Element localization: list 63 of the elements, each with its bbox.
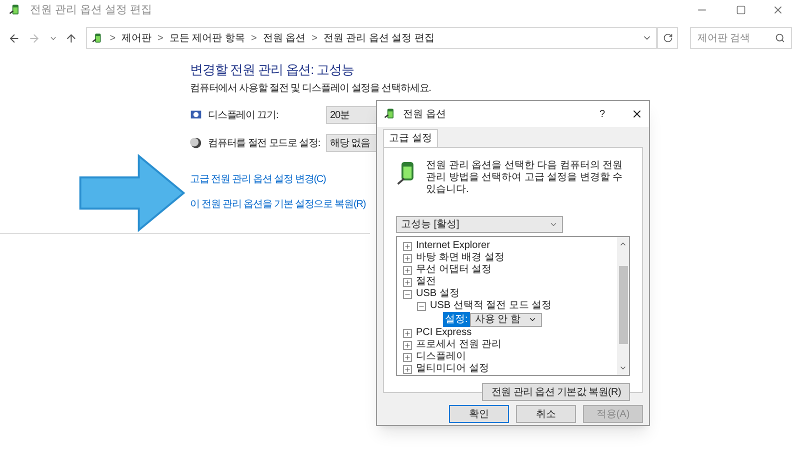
page-description: 컴퓨터에서 사용할 절전 및 디스플레이 설정을 선택하세요.	[190, 82, 432, 96]
maximize-icon[interactable]	[736, 5, 746, 15]
tree-item[interactable]: 절전	[416, 276, 436, 288]
tree-item[interactable]: Internet Explorer	[416, 240, 490, 252]
breadcrumb[interactable]: 전원 관리 옵션 설정 편집	[323, 30, 435, 46]
forward-icon[interactable]	[28, 32, 41, 44]
breadcrumb-separator: >	[312, 32, 318, 46]
dialog-intro: 전원 관리 옵션을 선택한 다음 컴퓨터의 전원 관리 방법을 선택하여 고급 설정을 변경할 수 있습니다.	[426, 160, 624, 196]
link[interactable]: 이 전원 관리 옵션을 기본 설정으로 복원(R)	[190, 197, 366, 212]
help-button[interactable]: ?	[599, 106, 605, 122]
tree-item[interactable]: USB 선택적 절전 모드 설정	[430, 300, 552, 312]
expand-icon[interactable]	[403, 364, 412, 374]
expand-icon[interactable]	[403, 278, 412, 286]
tree-item[interactable]: 바탕 화면 배경 설정	[416, 252, 504, 264]
setting-label: 컴퓨터를 절전 모드로 설정:	[208, 136, 322, 150]
dialog-title: 전원 옵션	[403, 108, 447, 122]
dialog-button[interactable]: 확인	[449, 405, 509, 423]
setting-label: 디스플레이 끄기:	[208, 108, 280, 122]
expand-icon[interactable]	[403, 254, 412, 262]
window-title: 전원 관리 옵션 설정 편집	[30, 2, 152, 18]
chevron-down-icon	[549, 220, 558, 229]
breadcrumb-separator: >	[250, 32, 257, 46]
refresh-icon	[662, 33, 673, 43]
expand-icon[interactable]	[403, 328, 412, 338]
collapse-icon[interactable]	[403, 290, 412, 298]
tree-item[interactable]: USB 설정	[416, 288, 460, 300]
breadcrumb-separator: >	[158, 32, 164, 46]
tree-item[interactable]: 프로세서 전원 관리	[416, 339, 502, 351]
tree-item[interactable]: 멀티미디어 설정	[416, 363, 489, 375]
monitor-clock-icon	[190, 109, 202, 121]
up-icon[interactable]	[65, 32, 78, 44]
breadcrumb[interactable]: 제어판	[122, 30, 152, 46]
page-heading: 변경할 전원 관리 옵션: 고성능	[190, 62, 355, 78]
dialog-button[interactable]: 취소	[516, 405, 576, 423]
breadcrumb-separator: >	[110, 32, 116, 46]
scrollbar[interactable]	[617, 237, 629, 375]
collapse-icon[interactable]	[417, 302, 426, 310]
search-icon	[775, 33, 785, 43]
expand-icon[interactable]	[403, 340, 412, 350]
chevron-down-icon	[528, 315, 538, 324]
tree-item[interactable]: 디스플레이	[416, 351, 466, 363]
setting-dropdown[interactable]: 사용 안 함	[470, 312, 542, 326]
link[interactable]: 고급 전원 관리 옵션 설정 변경(C)	[190, 172, 326, 187]
setting-label: 설정:	[443, 312, 470, 327]
tab[interactable]: 고급 설정	[383, 129, 438, 147]
breadcrumb[interactable]: 전원 옵션	[262, 30, 306, 46]
close-icon[interactable]	[631, 108, 643, 120]
control-panel-icon	[90, 32, 104, 44]
restore-defaults-button[interactable]: 전원 관리 옵션 기본값 복원(R)	[482, 383, 630, 401]
search-field[interactable]: 제어판 검색	[690, 27, 792, 49]
breadcrumb[interactable]: 모든 제어판 항목	[169, 30, 245, 46]
tree-item[interactable]: 무선 어댑터 설정	[416, 264, 492, 276]
address-bar[interactable]: > 제어판 > 모든 제어판 항목 > 전원 옵션 > 전원 관리 옵션 설정 편집	[86, 27, 658, 49]
refresh-button[interactable]	[657, 27, 678, 49]
expand-icon[interactable]	[403, 352, 412, 362]
moon-icon	[190, 137, 202, 149]
scroll-up-icon[interactable]	[619, 240, 627, 248]
tree-item[interactable]: PCI Express	[416, 327, 472, 339]
back-icon[interactable]	[8, 32, 20, 44]
expand-icon[interactable]	[403, 242, 412, 250]
scroll-down-icon[interactable]	[619, 364, 627, 372]
plan-dropdown[interactable]: 고성능 [활성]	[396, 216, 563, 233]
expand-icon[interactable]	[403, 266, 412, 274]
